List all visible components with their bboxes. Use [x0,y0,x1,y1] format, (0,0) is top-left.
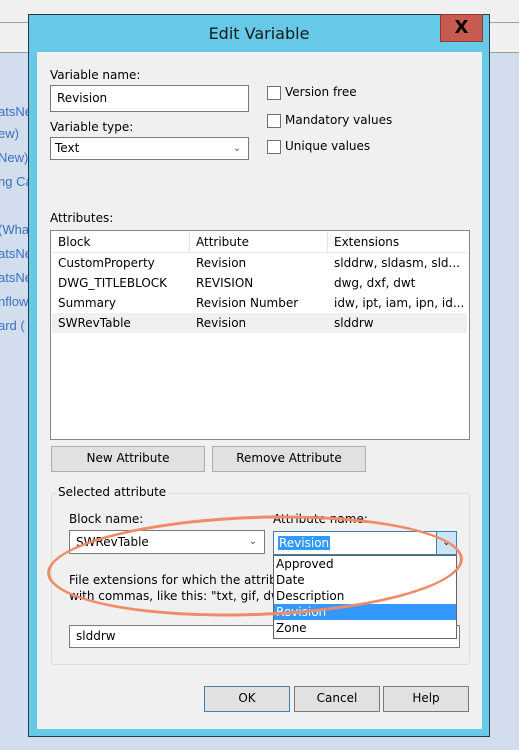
checkbox-box[interactable] [267,113,281,128]
cell-block: Summary [58,296,116,310]
cancel-button[interactable]: Cancel [294,686,380,712]
attributes-table[interactable]: Block Attribute Extensions CustomPropert… [50,230,470,440]
table-row[interactable]: CustomProperty Revision slddrw, sldasm, … [52,253,467,273]
checkbox-label: Version free [285,85,357,99]
extensions-value: slddrw [76,629,116,643]
dropdown-option-revision[interactable]: Revision [274,604,456,620]
dropdown-option-approved[interactable]: Approved [274,556,456,572]
attribute-name-select[interactable]: Revision ⌄ [273,531,457,555]
cell-extensions: slddrw, sldasm, sld... [334,256,460,270]
variable-type-label: Variable type: [50,120,134,134]
cell-attribute: Revision Number [196,296,299,310]
selected-attribute-title: Selected attribute [56,485,169,499]
dialog-title[interactable]: Edit Variable [29,15,489,52]
variable-type-select[interactable]: Text ⌄ [50,137,249,160]
remove-attribute-button[interactable]: Remove Attribute [212,446,366,472]
dropdown-option-date[interactable]: Date [274,572,456,588]
block-name-label: Block name: [69,512,144,526]
table-row[interactable]: DWG_TITLEBLOCK REVISION dwg, dxf, dwt [52,273,467,293]
cell-attribute: Revision [196,256,247,270]
dropdown-option-description[interactable]: Description [274,588,456,604]
checkbox-box[interactable] [267,139,281,154]
close-icon: X [454,17,469,38]
cell-extensions: dwg, dxf, dwt [334,276,416,290]
cell-extensions: idw, ipt, iam, ipn, id... [334,296,465,310]
table-row[interactable]: Summary Revision Number idw, ipt, iam, i… [52,293,467,313]
background-link[interactable]: ew) [0,126,19,141]
background-link[interactable]: ard ( [0,318,25,333]
chevron-down-icon: ⌄ [232,143,242,154]
variable-name-label: Variable name: [50,68,141,82]
block-name-value: SWRevTable [76,535,149,549]
chevron-down-icon: ⌄ [248,536,258,547]
checkbox-label: Mandatory values [285,113,393,127]
background-link[interactable]: (Wha [0,222,29,237]
cell-attribute: REVISION [196,276,254,290]
close-button[interactable]: X [440,14,483,42]
attribute-name-label: Attribute name: [273,512,368,526]
new-attribute-button[interactable]: New Attribute [51,446,205,472]
cell-block: SWRevTable [58,316,131,330]
table-row-selected[interactable]: SWRevTable Revision slddrw [52,313,467,333]
column-header-extensions[interactable]: Extensions [328,232,467,252]
variable-name-input[interactable]: Revision [50,85,249,112]
background-link[interactable]: nflow [0,294,28,309]
column-header-block[interactable]: Block [52,232,190,252]
dropdown-option-zone[interactable]: Zone [274,620,456,636]
edit-variable-dialog: Edit Variable X Variable name: Revision … [28,14,490,737]
checkbox-box[interactable] [267,85,281,100]
help-button[interactable]: Help [383,686,469,712]
cell-attribute: Revision [196,316,247,330]
attribute-name-value: Revision [278,536,331,550]
cell-extensions: slddrw [334,316,374,330]
variable-type-value: Text [55,141,80,155]
attributes-label: Attributes: [50,211,114,225]
cell-block: CustomProperty [58,256,155,270]
column-header-attribute[interactable]: Attribute [190,232,328,252]
unique-values-checkbox[interactable]: Unique values [267,139,370,154]
chevron-down-icon[interactable]: ⌄ [436,532,456,554]
version-free-checkbox[interactable]: Version free [267,85,357,100]
ok-button[interactable]: OK [204,686,290,712]
checkbox-label: Unique values [285,139,371,153]
mandatory-values-checkbox[interactable]: Mandatory values [267,113,392,128]
table-header: Block Attribute Extensions [52,232,467,253]
dialog-client-area: Variable name: Revision Variable type: T… [37,52,482,729]
cell-block: DWG_TITLEBLOCK [58,276,168,290]
block-name-select[interactable]: SWRevTable ⌄ [69,530,265,554]
background-link[interactable]: New) [0,150,28,165]
attribute-name-dropdown[interactable]: Approved Date Description Revision Zone [273,555,457,639]
